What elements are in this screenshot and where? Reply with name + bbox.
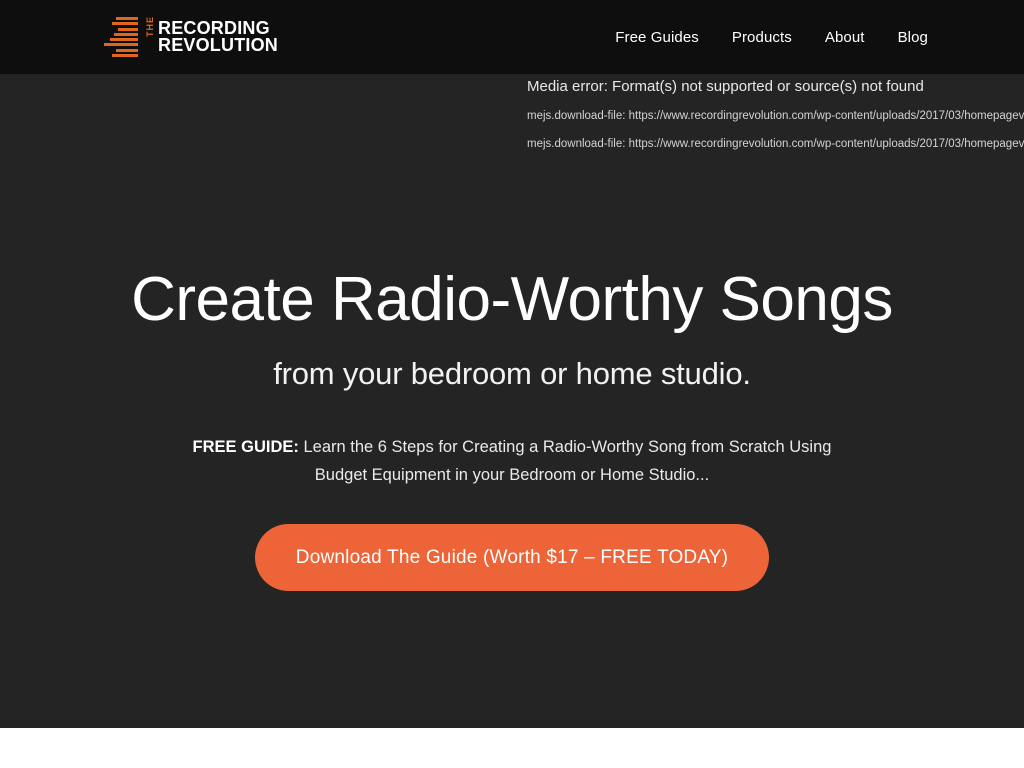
cta-container: Download The Guide (Worth $17 – FREE TOD…	[0, 524, 1024, 591]
page-footer-whitespace	[0, 728, 1024, 768]
equalizer-bars-icon	[104, 17, 138, 57]
hero-description-line-1: Learn the 6 Steps for Creating a Radio-W…	[298, 438, 785, 456]
main-navigation: Free Guides Products About Blog	[615, 29, 928, 46]
nav-item-products[interactable]: Products	[732, 29, 792, 46]
logo-the-text: THE	[145, 16, 155, 37]
download-guide-button[interactable]: Download The Guide (Worth $17 – FREE TOD…	[254, 524, 770, 591]
logo-line-2: REVOLUTION	[158, 35, 279, 55]
site-header: THE RECORDING REVOLUTION Free Guides Pro…	[0, 0, 1024, 74]
nav-item-blog[interactable]: Blog	[898, 29, 928, 46]
nav-item-about[interactable]: About	[825, 29, 865, 46]
hero-section: Media error: Format(s) not supported or …	[0, 74, 1024, 728]
logo-wordmark: THE RECORDING REVOLUTION	[145, 16, 279, 55]
hero-headline: Create Radio-Worthy Songs	[131, 265, 893, 334]
nav-item-free-guides[interactable]: Free Guides	[615, 29, 699, 46]
site-logo[interactable]: THE RECORDING REVOLUTION	[104, 15, 278, 59]
free-guide-label: FREE GUIDE:	[192, 438, 299, 456]
hero-description: FREE GUIDE: Learn the 6 Steps for Creati…	[182, 433, 842, 489]
hero-subheadline: from your bedroom or home studio.	[273, 356, 751, 391]
